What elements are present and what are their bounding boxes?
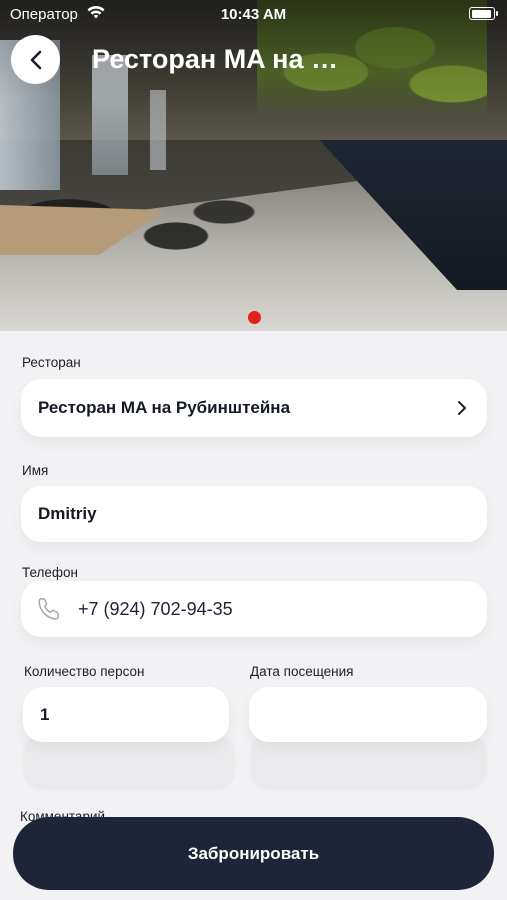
- name-label: Имя: [22, 463, 49, 478]
- field-shadow: [23, 735, 235, 790]
- field-shadow: [250, 735, 487, 790]
- restaurant-label: Ресторан: [22, 355, 81, 370]
- clock: 10:43 AM: [220, 6, 287, 23]
- phone-icon: [38, 597, 59, 620]
- battery-icon: [469, 7, 498, 20]
- book-button[interactable]: Забронировать: [13, 817, 494, 890]
- chevron-right-icon: [458, 401, 466, 415]
- book-button-label: Забронировать: [187, 843, 320, 863]
- restaurant-select[interactable]: Ресторан MA на Рубинштейна: [21, 379, 487, 437]
- name-input[interactable]: Dmitriy: [21, 486, 487, 542]
- guests-label: Количество персон: [24, 664, 145, 679]
- date-label: Дата посещения: [250, 664, 354, 679]
- battery-level: [471, 9, 492, 18]
- name-value: Dmitriy: [38, 504, 97, 523]
- phone-input[interactable]: +7 (924) 702-94-35: [21, 581, 487, 637]
- back-button[interactable]: [11, 35, 60, 84]
- phone-label: Телефон: [22, 565, 79, 580]
- gallery-page-indicator[interactable]: [248, 311, 261, 324]
- guests-input[interactable]: 1: [23, 687, 229, 742]
- chevron-left-icon: [30, 50, 41, 69]
- page-title: Ресторан MA на …: [92, 44, 339, 74]
- phone-value: +7 (924) 702-94-35: [78, 598, 233, 619]
- guests-value: 1: [40, 704, 50, 724]
- restaurant-value: Ресторан MA на Рубинштейна: [38, 398, 291, 417]
- status-bar: Оператор 10:43 AM: [0, 0, 507, 28]
- date-input[interactable]: [249, 687, 487, 742]
